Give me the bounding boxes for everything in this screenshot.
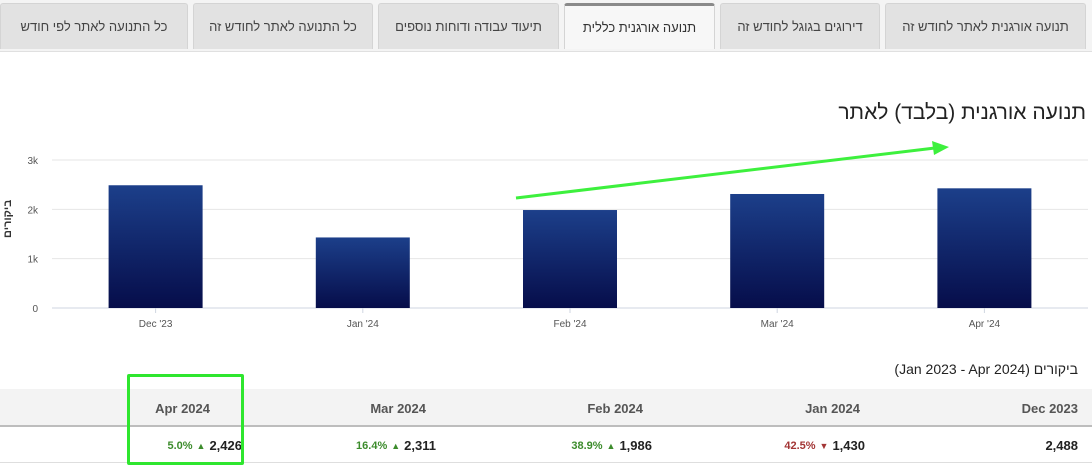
x-tick-label: Dec '23: [139, 319, 173, 330]
y-tick-label: 1k: [27, 255, 39, 266]
tab-google-rankings-this-month[interactable]: דירוגים בגוגל לחודש זה: [720, 3, 880, 49]
x-axis-ticks: Dec '23 Jan '24 Feb '24 Mar '24 Apr '24: [139, 308, 1001, 330]
y-tick-label: 0: [32, 304, 38, 315]
trend-annotation: [515, 141, 949, 200]
tab-label: כל התנועה לאתר לפי חודש: [20, 19, 168, 34]
x-tick-label: Mar '24: [761, 319, 794, 330]
y-tick-label: 3k: [27, 156, 39, 167]
tab-bar: תנועה אורגנית לאתר לחודש זה דירוגים בגוג…: [0, 0, 1092, 52]
bar: [108, 185, 203, 308]
y-tick-label: 2k: [27, 205, 39, 216]
arrow-up-icon: ▲: [391, 440, 401, 451]
chart-title: תנועה אורגנית (בלבד) לאתר: [838, 101, 1086, 124]
table-cell: 16.4% ▲ 2,311: [356, 438, 436, 453]
bar: [315, 237, 410, 308]
trend-arrow-head: [932, 141, 949, 155]
change-percent: 5.0%: [167, 439, 193, 452]
column-header: Jan 2024: [805, 401, 860, 416]
arrow-up-icon: ▲: [606, 440, 616, 451]
tab-label: כל התנועה לאתר לחודש זה: [209, 19, 357, 34]
table-cell: 5.0% ▲ 2,426: [167, 438, 242, 453]
column-header: Feb 2024: [587, 401, 643, 416]
chart-bars: [108, 185, 1032, 308]
bar: [937, 188, 1032, 308]
tab-label: תיעוד עבודה ודוחות נוספים: [395, 19, 542, 34]
y-axis-ticks: 0 1k 2k 3k: [27, 156, 39, 315]
tab-organic-traffic-this-month[interactable]: תנועה אורגנית לאתר לחודש זה: [885, 3, 1086, 49]
tab-label: תנועה אורגנית כללית: [582, 20, 697, 35]
column-header: Dec 2023: [1021, 401, 1078, 416]
x-tick-label: Apr '24: [969, 319, 1001, 330]
table-cell: 38.9% ▲ 1,986: [571, 438, 652, 453]
tab-all-traffic-by-month[interactable]: כל התנועה לאתר לפי חודש: [0, 3, 188, 49]
tab-all-traffic-this-month[interactable]: כל התנועה לאתר לחודש זה: [193, 3, 373, 49]
column-header: Apr 2024: [155, 401, 210, 416]
bar: [523, 210, 617, 308]
tab-work-documentation-reports[interactable]: תיעוד עבודה ודוחות נוספים: [378, 3, 559, 49]
table-cell: 2,488: [1045, 438, 1078, 453]
cell-value: 2,311: [404, 438, 436, 453]
arrow-down-icon: ▼: [819, 440, 829, 451]
change-percent: 42.5%: [784, 439, 816, 452]
table-row: 2,488 42.5% ▼ 1,430 38.9% ▲ 1,986 16.4% ▲ 2,311 5.…: [0, 429, 1092, 463]
trend-arrow-line: [515, 146, 936, 200]
bar-chart: Dec '23 Jan '24 Feb '24 Mar '24 Apr '24 0 1k 2…: [27, 141, 1088, 330]
bar: [730, 193, 825, 308]
table-cell: 42.5% ▼ 1,430: [784, 438, 865, 453]
arrow-up-icon: ▲: [196, 440, 206, 451]
column-header: Mar 2024: [370, 401, 426, 416]
tab-general-organic-traffic[interactable]: תנועה אורגנית כללית: [564, 3, 715, 49]
x-tick-label: Feb '24: [553, 319, 586, 330]
tab-label: דירוגים בגוגל לחודש זה: [737, 19, 863, 34]
tab-label: תנועה אורגנית לאתר לחודש זה: [902, 19, 1069, 34]
x-tick-label: Jan '24: [347, 319, 379, 330]
cell-value: 2,426: [209, 438, 242, 453]
table-caption: ביקורים (Jan 2023 - Apr 2024): [894, 361, 1078, 377]
cell-value: 2,488: [1045, 438, 1078, 453]
change-percent: 16.4%: [356, 439, 388, 452]
change-percent: 38.9%: [571, 439, 603, 452]
table-header: Dec 2023 Jan 2024 Feb 2024 Mar 2024 Apr …: [0, 389, 1092, 427]
cell-value: 1,986: [619, 438, 652, 453]
cell-value: 1,430: [832, 438, 865, 453]
